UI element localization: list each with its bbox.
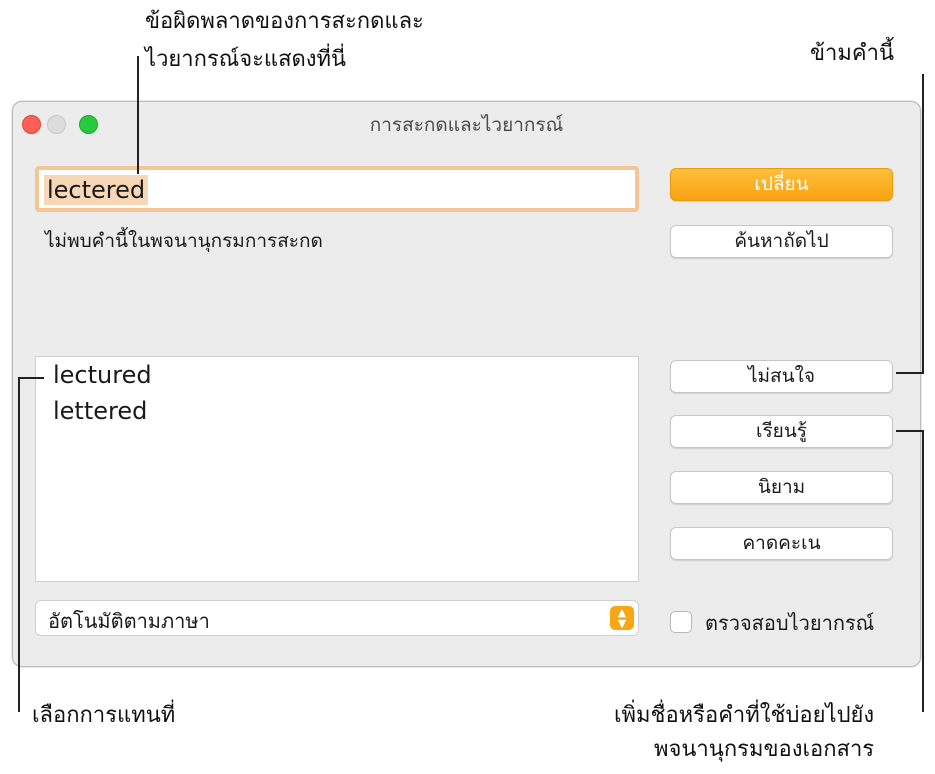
define-button[interactable]: นิยาม [670, 471, 893, 504]
callout-tick-choose [18, 377, 44, 379]
callout-choose: เลือกการแทนที่ [32, 703, 176, 728]
find-next-button[interactable]: ค้นหาถัดไป [670, 225, 893, 258]
callout-add-line2: พจนานุกรมของเอกสาร [654, 737, 875, 762]
learn-button[interactable]: เรียนรู้ [670, 415, 893, 448]
check-grammar-label: ตรวจสอบไวยากรณ์ [705, 611, 875, 635]
change-button[interactable]: เปลี่ยน [670, 168, 893, 201]
callout-tick-add [896, 430, 924, 432]
suggestion-item[interactable]: lettered [53, 397, 147, 425]
callout-line-choose [18, 377, 20, 712]
guess-button[interactable]: คาดคะเน [670, 527, 893, 560]
callout-error-line1: ข้อผิดพลาดของการสะกดและ [145, 9, 424, 34]
callout-add-line1: เพิ่มชื่อหรือคำที่ใช้บ่อยไปยัง [614, 703, 875, 728]
callout-error-line2: ไวยากรณ์จะแสดงที่นี่ [145, 47, 347, 72]
callout-tick-skip [896, 372, 924, 374]
callout-line-add [922, 430, 924, 712]
window-title: การสะกดและไวยากรณ์ [369, 114, 564, 136]
suggestion-list[interactable]: lectured lettered [35, 356, 639, 582]
check-grammar-checkbox[interactable] [670, 611, 692, 633]
chevron-up-down-icon: ▲ ▼ [610, 606, 634, 630]
callout-skip: ข้ามคำนี้ [810, 41, 895, 66]
ignore-button[interactable]: ไม่สนใจ [670, 360, 893, 393]
language-select[interactable]: อัตโนมัติตามภาษา ▲ ▼ [35, 600, 639, 636]
callout-line-error [137, 56, 139, 174]
title-bar: การสะกดและไวยากรณ์ [13, 102, 920, 146]
language-select-value: อัตโนมัติตามภาษา [48, 609, 210, 633]
spelling-grammar-window: การสะกดและไวยากรณ์ lectered ไม่พบคำนี้ใน… [12, 101, 921, 667]
status-message: ไม่พบคำนี้ในพจนานุกรมการสะกด [45, 230, 323, 252]
misspelled-word-field[interactable]: lectered [35, 166, 639, 212]
suggestion-item[interactable]: lectured [53, 361, 152, 389]
callout-line-skip [922, 74, 924, 374]
misspelled-word[interactable]: lectered [44, 175, 149, 205]
